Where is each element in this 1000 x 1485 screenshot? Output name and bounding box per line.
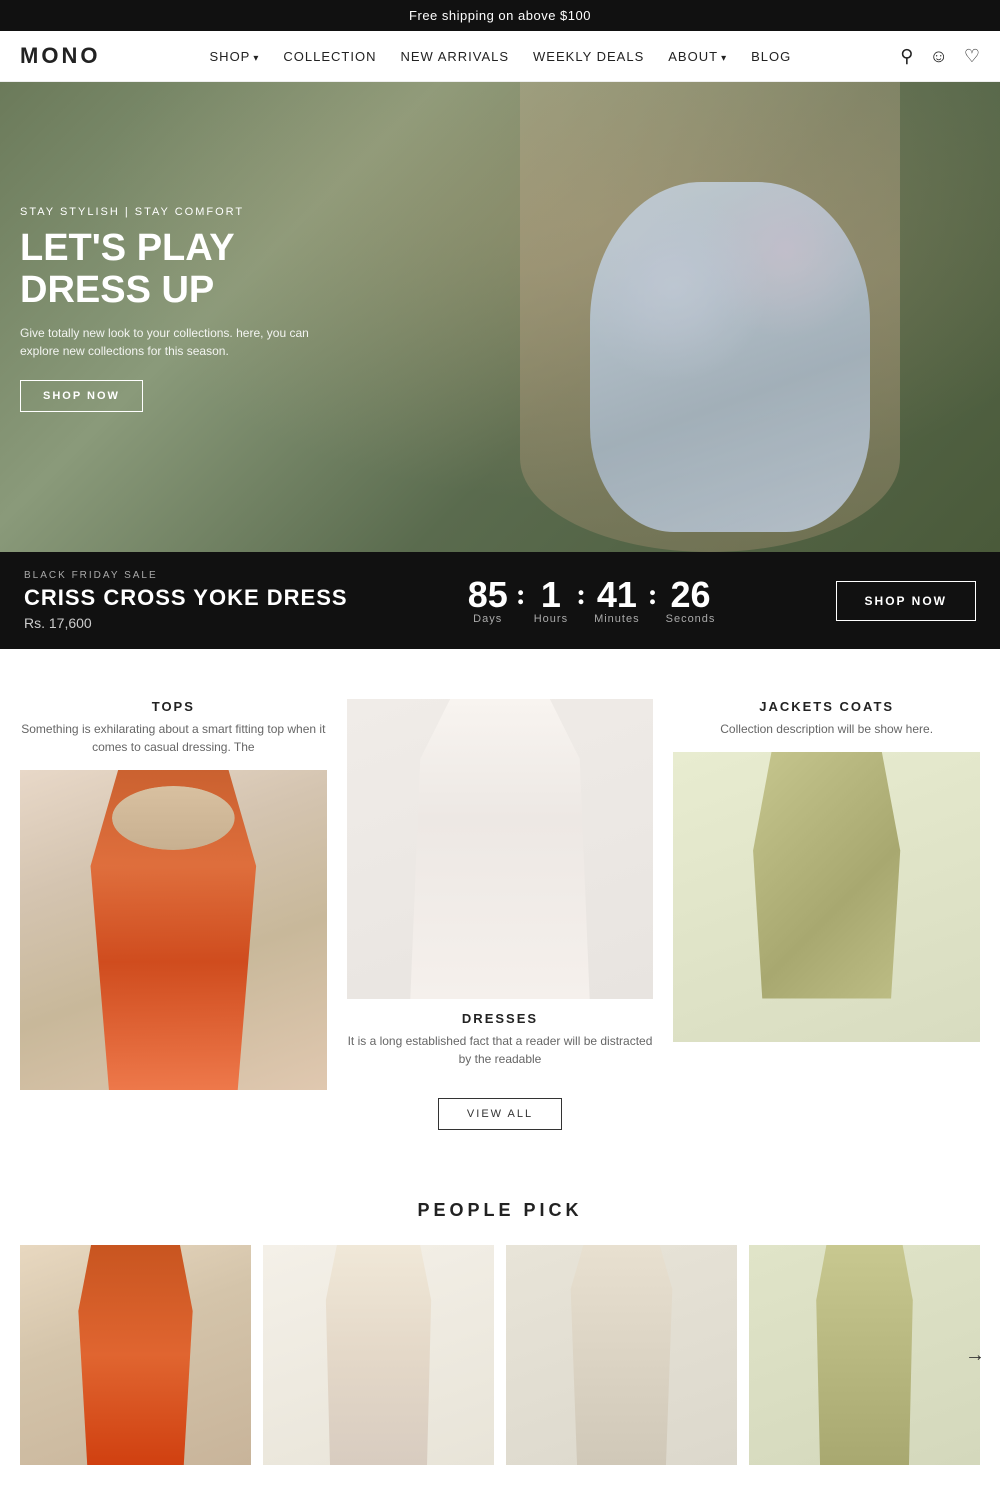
- timer-colon-1: :: [516, 578, 526, 612]
- announcement-text: Free shipping on above $100: [409, 8, 591, 23]
- dresses-image[interactable]: [347, 699, 654, 999]
- nav-new-arrivals[interactable]: NEW ARRIVALS: [400, 49, 509, 64]
- pick-item-1[interactable]: [20, 1245, 251, 1465]
- nav-weekly-deals[interactable]: WEEKLY DEALS: [533, 49, 644, 64]
- timer-seconds-label: Seconds: [666, 613, 716, 625]
- announcement-bar: Free shipping on above $100: [0, 0, 1000, 31]
- bf-countdown-timer: 85 Days : 1 Hours : 41 Minutes : 26 Seco…: [468, 577, 716, 625]
- header: MONO SHOP▾ COLLECTION NEW ARRIVALS WEEKL…: [0, 31, 1000, 82]
- people-pick-title: PEOPLE PICK: [20, 1200, 980, 1221]
- tops-description: Something is exhilarating about a smart …: [20, 720, 327, 756]
- collections-grid: TOPS Something is exhilarating about a s…: [20, 699, 980, 1130]
- nav-shop[interactable]: SHOP▾: [210, 49, 260, 64]
- pick-item-4[interactable]: [749, 1245, 980, 1465]
- timer-hours-value: 1: [534, 577, 568, 613]
- timer-colon-2: :: [576, 578, 586, 612]
- hero-description: Give totally new look to your collection…: [20, 324, 340, 360]
- pick-item-2[interactable]: [263, 1245, 494, 1465]
- bf-price: Rs. 17,600: [24, 615, 348, 631]
- tops-image[interactable]: [20, 770, 327, 1090]
- collection-jackets: JACKETS COATS Collection description wil…: [673, 699, 980, 1042]
- search-icon[interactable]: ⚲: [900, 46, 913, 67]
- timer-minutes: 41 Minutes: [594, 577, 640, 625]
- bf-product-name: CRISS CROSS YOKE DRESS: [24, 585, 348, 611]
- header-icons: ⚲ ☺ ♡: [900, 46, 980, 67]
- dresses-description: It is a long established fact that a rea…: [347, 1032, 654, 1068]
- timer-days-value: 85: [468, 577, 508, 613]
- collections-section: TOPS Something is exhilarating about a s…: [0, 649, 1000, 1160]
- jackets-title: JACKETS COATS: [673, 699, 980, 714]
- timer-seconds: 26 Seconds: [666, 577, 716, 625]
- nav-blog[interactable]: BLOG: [751, 49, 791, 64]
- hero-section: STAY STYLISH | STAY COMFORT LET'S PLAY D…: [0, 82, 1000, 552]
- logo[interactable]: MONO: [20, 43, 100, 69]
- carousel-next-arrow[interactable]: →: [965, 1300, 985, 1410]
- pick-item-3[interactable]: [506, 1245, 737, 1465]
- bf-sale-label: BLACK FRIDAY SALE: [24, 570, 348, 581]
- hero-content: STAY STYLISH | STAY COMFORT LET'S PLAY D…: [20, 206, 340, 412]
- collection-dresses: DRESSES It is a long established fact th…: [347, 699, 654, 1130]
- jackets-image[interactable]: [673, 752, 980, 1042]
- timer-minutes-label: Minutes: [594, 613, 640, 625]
- black-friday-banner: BLACK FRIDAY SALE CRISS CROSS YOKE DRESS…: [0, 552, 1000, 649]
- hero-subtitle: STAY STYLISH | STAY COMFORT: [20, 206, 340, 218]
- people-pick-section: PEOPLE PICK →: [0, 1160, 1000, 1485]
- hero-title: LET'S PLAY DRESS UP: [20, 228, 340, 312]
- timer-minutes-value: 41: [594, 577, 640, 613]
- people-pick-grid: →: [20, 1245, 980, 1465]
- dresses-title: DRESSES: [462, 1011, 538, 1026]
- timer-seconds-value: 26: [666, 577, 716, 613]
- cart-icon[interactable]: ♡: [964, 46, 980, 67]
- timer-colon-3: :: [648, 578, 658, 612]
- timer-hours-label: Hours: [534, 613, 568, 625]
- timer-days-label: Days: [468, 613, 508, 625]
- bf-product-info: BLACK FRIDAY SALE CRISS CROSS YOKE DRESS…: [24, 570, 348, 631]
- timer-hours: 1 Hours: [534, 577, 568, 625]
- about-dropdown-arrow: ▾: [721, 53, 727, 64]
- timer-days: 85 Days: [468, 577, 508, 625]
- view-all-button[interactable]: VIEW ALL: [438, 1098, 562, 1130]
- hero-dress: [590, 182, 870, 532]
- shop-dropdown-arrow: ▾: [253, 53, 259, 64]
- hero-shop-now-button[interactable]: SHOP NOW: [20, 380, 143, 412]
- jackets-description: Collection description will be show here…: [673, 720, 980, 738]
- tops-title: TOPS: [20, 699, 327, 714]
- collection-tops: TOPS Something is exhilarating about a s…: [20, 699, 327, 1090]
- account-icon[interactable]: ☺: [929, 46, 947, 67]
- bf-shop-now-button[interactable]: SHOP NOW: [836, 581, 976, 621]
- nav-collection[interactable]: COLLECTION: [283, 49, 376, 64]
- nav-about[interactable]: ABOUT▾: [668, 49, 727, 64]
- main-nav: SHOP▾ COLLECTION NEW ARRIVALS WEEKLY DEA…: [210, 49, 792, 64]
